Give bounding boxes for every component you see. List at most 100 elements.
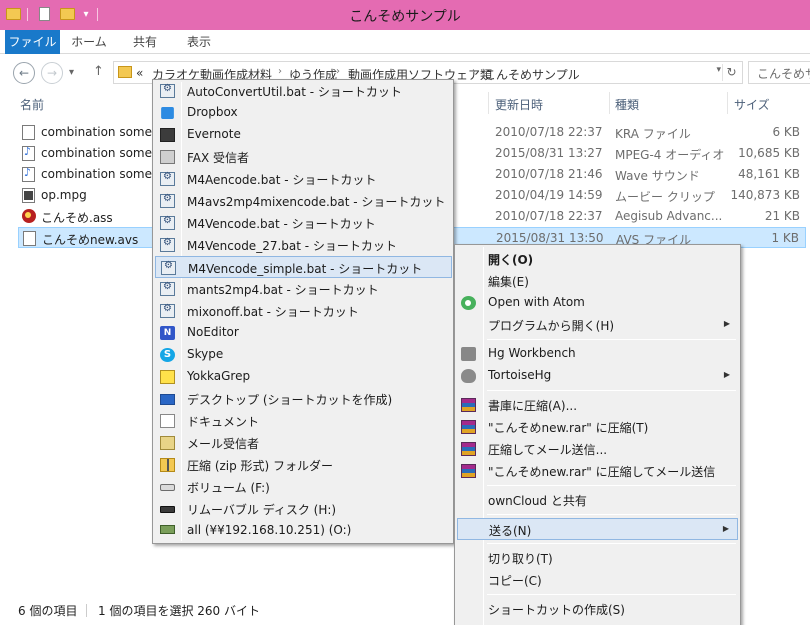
sendto-item-label: Dropbox	[187, 105, 238, 119]
sendto-item[interactable]: all (¥¥192.168.10.251) (O:)	[155, 520, 452, 542]
search-input[interactable]: こんそめサン	[748, 61, 810, 84]
fax-icon	[160, 150, 175, 164]
winrar-icon	[461, 398, 476, 412]
breadcrumb-separator[interactable]: ›	[472, 66, 476, 77]
sendto-item[interactable]: AutoConvertUtil.bat - ショートカット	[155, 80, 452, 102]
menu-item-label: プログラムから開く(H)	[488, 319, 615, 333]
tortoisehg-icon	[461, 369, 476, 383]
menu-item-open-with[interactable]: プログラムから開く(H) ▶	[457, 314, 738, 336]
menu-item-label: "こんそめnew.rar" に圧縮してメール送信	[488, 465, 716, 479]
sendto-item-highlighted[interactable]: M4Vencode_simple.bat - ショートカット	[155, 256, 452, 278]
winrar-icon	[461, 442, 476, 456]
breadcrumb-item[interactable]: こんそめサンプル	[484, 66, 580, 83]
audio-file-icon	[22, 166, 35, 182]
file-date: 2015/08/31 13:27	[495, 146, 603, 160]
menu-item-owncloud[interactable]: ownCloud と共有	[457, 489, 738, 511]
menu-item-open-with-atom[interactable]: Open with Atom	[457, 292, 738, 314]
menu-item-label: 圧縮してメール送信...	[488, 443, 608, 457]
menu-item-hg-workbench[interactable]: Hg Workbench	[457, 343, 738, 365]
sendto-item[interactable]: 圧縮 (zip 形式) フォルダー	[155, 454, 452, 476]
menu-item-rar-mail[interactable]: 圧縮してメール送信...	[457, 438, 738, 460]
shortcut-icon	[160, 83, 175, 98]
sendto-item-label: FAX 受信者	[187, 151, 250, 165]
menu-item-rar-named[interactable]: "こんそめnew.rar" に圧縮(T)	[457, 416, 738, 438]
breadcrumb-overflow[interactable]: «	[136, 66, 143, 80]
sendto-item[interactable]: M4Vencode.bat - ショートカット	[155, 212, 452, 234]
tab-file[interactable]: ファイル	[5, 30, 60, 54]
sendto-item[interactable]: N NoEditor	[155, 322, 452, 344]
refresh-icon[interactable]: ↻	[722, 64, 740, 81]
sendto-item[interactable]: YokkaGrep	[155, 366, 452, 388]
file-name: こんそめ.ass	[41, 211, 113, 225]
audio-file-icon	[22, 145, 35, 161]
sendto-item-label: AutoConvertUtil.bat - ショートカット	[187, 85, 402, 99]
menu-item-copy[interactable]: コピー(C)	[457, 569, 738, 591]
documents-icon	[160, 414, 175, 428]
tab-view[interactable]: 表示	[172, 30, 226, 54]
menu-item-label: 開く(O)	[488, 253, 534, 267]
column-header-type[interactable]: 種類	[615, 96, 639, 113]
file-size: 140,873 KB	[730, 188, 800, 202]
recent-locations-icon[interactable]: ▾	[69, 67, 74, 78]
sendto-item[interactable]: S Skype	[155, 344, 452, 366]
tab-home[interactable]: ホーム	[62, 30, 116, 54]
file-type: MPEG-4 オーディオ	[615, 148, 725, 162]
sendto-item[interactable]: ドキュメント	[155, 410, 452, 432]
column-header-size[interactable]: サイズ	[734, 96, 770, 113]
file-date: 2015/08/31 13:50	[496, 231, 604, 245]
sendto-item-label: ドキュメント	[187, 415, 260, 429]
yokkagrep-icon	[160, 370, 175, 384]
up-arrow-icon[interactable]: ↑	[93, 64, 104, 79]
address-dropdown-icon[interactable]: ▾	[716, 65, 721, 75]
sendto-item[interactable]: mixonoff.bat - ショートカット	[155, 300, 452, 322]
sendto-item[interactable]: FAX 受信者	[155, 146, 452, 168]
sendto-item-label: mixonoff.bat - ショートカット	[187, 305, 359, 319]
sendto-item-label: メール受信者	[187, 437, 260, 451]
sendto-item[interactable]: メール受信者	[155, 432, 452, 454]
atom-icon	[461, 296, 476, 310]
sendto-item[interactable]: ボリューム (F:)	[155, 476, 452, 498]
sendto-item[interactable]: M4Aencode.bat - ショートカット	[155, 168, 452, 190]
menu-item-tortoisehg[interactable]: TortoiseHg ▶	[457, 365, 738, 387]
skype-icon: S	[160, 348, 175, 362]
drive-icon	[160, 484, 175, 491]
file-type: Aegisub Advanc...	[615, 209, 723, 223]
breadcrumb-separator[interactable]: ›	[336, 66, 340, 77]
menu-item-edit[interactable]: 編集(E)	[457, 270, 738, 292]
sendto-item[interactable]: mants2mp4.bat - ショートカット	[155, 278, 452, 300]
evernote-icon	[160, 128, 175, 142]
menu-item-rar-named-mail[interactable]: "こんそめnew.rar" に圧縮してメール送信	[457, 460, 738, 482]
shortcut-icon	[160, 303, 175, 318]
menu-item-create-shortcut[interactable]: ショートカットの作成(S)	[457, 598, 738, 620]
menu-item-cut[interactable]: 切り取り(T)	[457, 547, 738, 569]
sendto-item[interactable]: リムーバブル ディスク (H:)	[155, 498, 452, 520]
breadcrumb-separator[interactable]: ›	[278, 66, 282, 77]
menu-item-label: TortoiseHg	[488, 368, 552, 382]
column-header-date[interactable]: 更新日時	[495, 96, 543, 113]
sendto-item[interactable]: デスクトップ (ショートカットを作成)	[155, 388, 452, 410]
tab-share[interactable]: 共有	[118, 30, 172, 54]
sendto-item[interactable]: Dropbox	[155, 102, 452, 124]
shortcut-icon	[160, 215, 175, 230]
menu-item-send-to[interactable]: 送る(N) ▶	[457, 518, 738, 540]
sendto-item-label: M4Vencode_simple.bat - ショートカット	[188, 262, 423, 276]
menu-item-rar-add[interactable]: 書庫に圧縮(A)...	[457, 394, 738, 416]
sendto-item-label: リムーバブル ディスク (H:)	[187, 503, 337, 517]
mail-icon	[160, 436, 175, 450]
sendto-item[interactable]: M4avs2mp4mixencode.bat - ショートカット	[155, 190, 452, 212]
title-bar: ▾ こんそめサンプル	[0, 0, 810, 30]
file-name: combination somet	[41, 146, 157, 160]
menu-item-open[interactable]: 開く(O)	[457, 248, 738, 270]
column-header-name[interactable]: 名前	[20, 96, 44, 113]
winrar-icon	[461, 464, 476, 478]
sendto-item-label: M4Vencode_27.bat - ショートカット	[187, 239, 397, 253]
sendto-item[interactable]: M4Vencode_27.bat - ショートカット	[155, 234, 452, 256]
hg-workbench-icon	[461, 347, 476, 361]
back-button[interactable]: ←	[13, 62, 35, 84]
menu-item-label: Hg Workbench	[488, 346, 576, 360]
document-icon	[23, 231, 36, 246]
zip-folder-icon	[160, 458, 175, 472]
forward-button[interactable]: →	[41, 62, 63, 84]
menu-item-label: 編集(E)	[488, 275, 529, 289]
sendto-item[interactable]: Evernote	[155, 124, 452, 146]
